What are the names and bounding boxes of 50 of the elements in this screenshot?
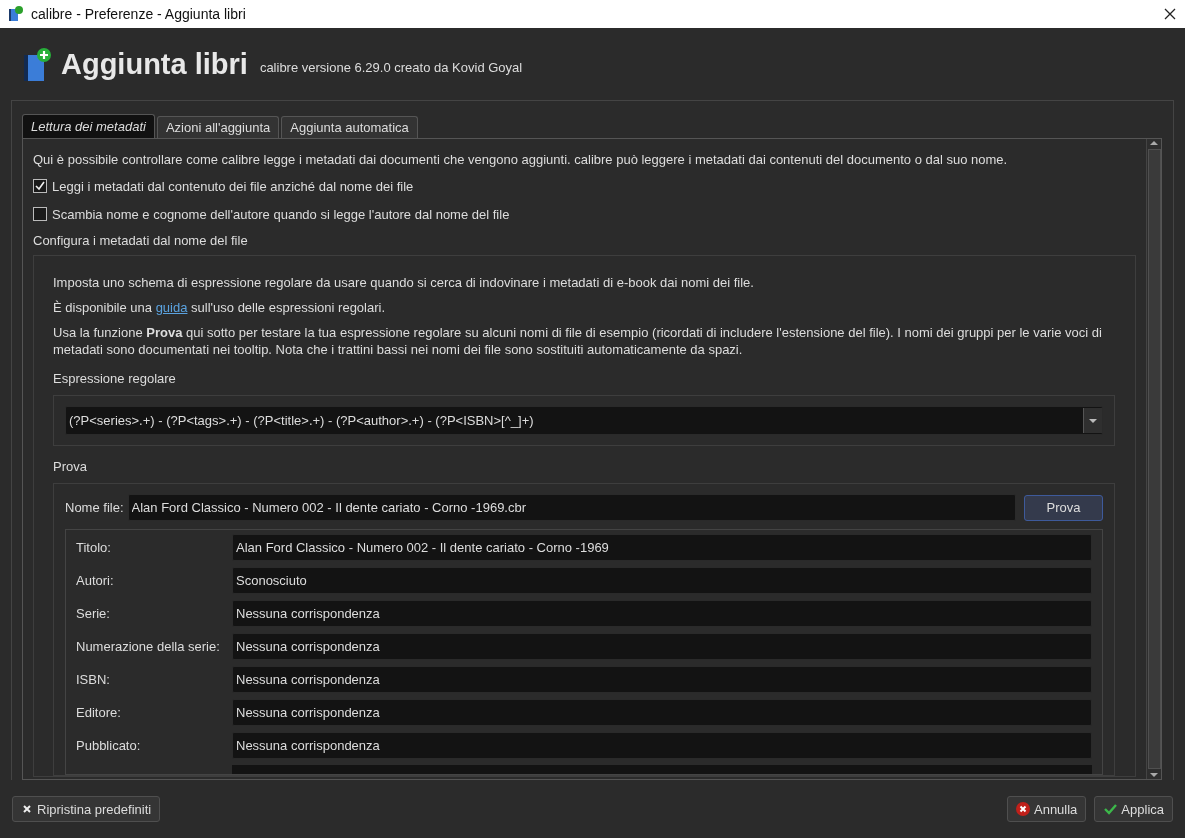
field-label: Titolo: bbox=[76, 540, 112, 555]
checkbox[interactable] bbox=[33, 179, 47, 193]
checkbox-label[interactable]: Scambia nome e cognome dell'autore quando si legge l'autore dal nome del file bbox=[52, 206, 510, 222]
result-field: Alan Ford Classico - Numero 002 - Il dente cariato - Corno -1969 bbox=[232, 534, 1092, 561]
field-label: Numerazione della serie: bbox=[76, 639, 221, 654]
check-icon bbox=[1103, 802, 1118, 816]
guide-link[interactable]: guida bbox=[155, 300, 188, 315]
version-text: calibre versione 6.29.0 creato da Kovid Goyal bbox=[259, 59, 523, 75]
description-text: Imposta uno schema di espressione regolare da usare quando si cerca di indovinare i metadati di e-book dai nomi dei file. bbox=[53, 274, 755, 291]
checkbox-label[interactable]: Leggi i metadati dal contenuto dei file anziché dal nome dei file bbox=[52, 178, 414, 194]
result-field: Sconosciuto bbox=[232, 567, 1092, 594]
tab[interactable]: Aggiunta automatica bbox=[281, 116, 418, 138]
window-title: calibre - Preferenze - Aggiunta libri bbox=[31, 6, 247, 22]
tab[interactable]: Lettura dei metadati bbox=[22, 114, 155, 138]
test-button[interactable]: Prova bbox=[1024, 494, 1103, 521]
cancel-button[interactable]: Annulla bbox=[1007, 796, 1087, 822]
field-label: Serie: bbox=[76, 606, 111, 621]
field-label: Autori: bbox=[76, 573, 115, 588]
field-label: ISBN: bbox=[76, 672, 111, 687]
section-title: Configura i metadati dal nome del file bbox=[33, 232, 249, 249]
result-field: Nessuna corrispondenza bbox=[232, 633, 1092, 660]
result-field: Nessuna corrispondenza bbox=[232, 600, 1092, 627]
result-field: Nessuna corrispondenza bbox=[232, 699, 1092, 726]
scroll-down-icon bbox=[1150, 773, 1158, 777]
check-icon bbox=[34, 180, 46, 192]
tab[interactable]: Azioni all'aggiunta bbox=[156, 116, 280, 138]
field-label: Editore: bbox=[76, 705, 122, 720]
description-text: Usa la funzione Prova qui sotto per testare la tua espressione regolare su alcuni nomi di file di esempio (ricordati di includere l'estensione del file). I nomi dei gruppi per le varie voci di metadati sono documentati nei tooltip. Nota che i trattini bassi nei nomi dei file sono sostituiti automaticamente da spazi. bbox=[53, 324, 1103, 358]
regex-combobox[interactable]: (?P<series>.+) - (?P<tags>.+) - (?P<title>.+) - (?P<author>.+) - (?P<ISBN>[^_]+) bbox=[65, 406, 1103, 435]
field-label: Espressione regolare bbox=[53, 370, 177, 387]
dropdown-arrow-icon bbox=[1089, 418, 1097, 423]
checkbox[interactable] bbox=[33, 207, 47, 221]
result-field: Nessuna corrispondenza bbox=[232, 666, 1092, 693]
scrollbar[interactable] bbox=[1146, 139, 1161, 779]
apply-button[interactable]: Applica bbox=[1094, 796, 1173, 822]
description-text: Qui è possibile controllare come calibre legge i metadati dai documenti che vengono aggiunti. calibre può leggere i metadati dai contenuti del documento o dal suo nome. bbox=[33, 151, 1009, 168]
filename-field[interactable]: Alan Ford Classico - Numero 002 - Il dente cariato - Corno -1969.cbr bbox=[127, 494, 1016, 521]
app-icon bbox=[8, 6, 24, 22]
result-field: Nessuna corrispondenza bbox=[232, 732, 1092, 759]
field-label: Prova bbox=[53, 458, 88, 475]
field-label: Nome file: bbox=[65, 500, 124, 515]
page-title: Aggiunta libri bbox=[61, 47, 248, 81]
book-add-icon bbox=[23, 46, 53, 82]
field-label: Pubblicato: bbox=[76, 738, 142, 753]
scroll-up-icon bbox=[1150, 141, 1158, 145]
cancel-icon bbox=[1016, 802, 1030, 816]
close-icon[interactable] bbox=[1163, 7, 1177, 21]
reset-button[interactable]: Ripristina predefiniti bbox=[12, 796, 161, 822]
help-text: È disponibile una guida sull'uso delle espressioni regolari. bbox=[53, 299, 387, 316]
close-icon bbox=[21, 803, 33, 815]
